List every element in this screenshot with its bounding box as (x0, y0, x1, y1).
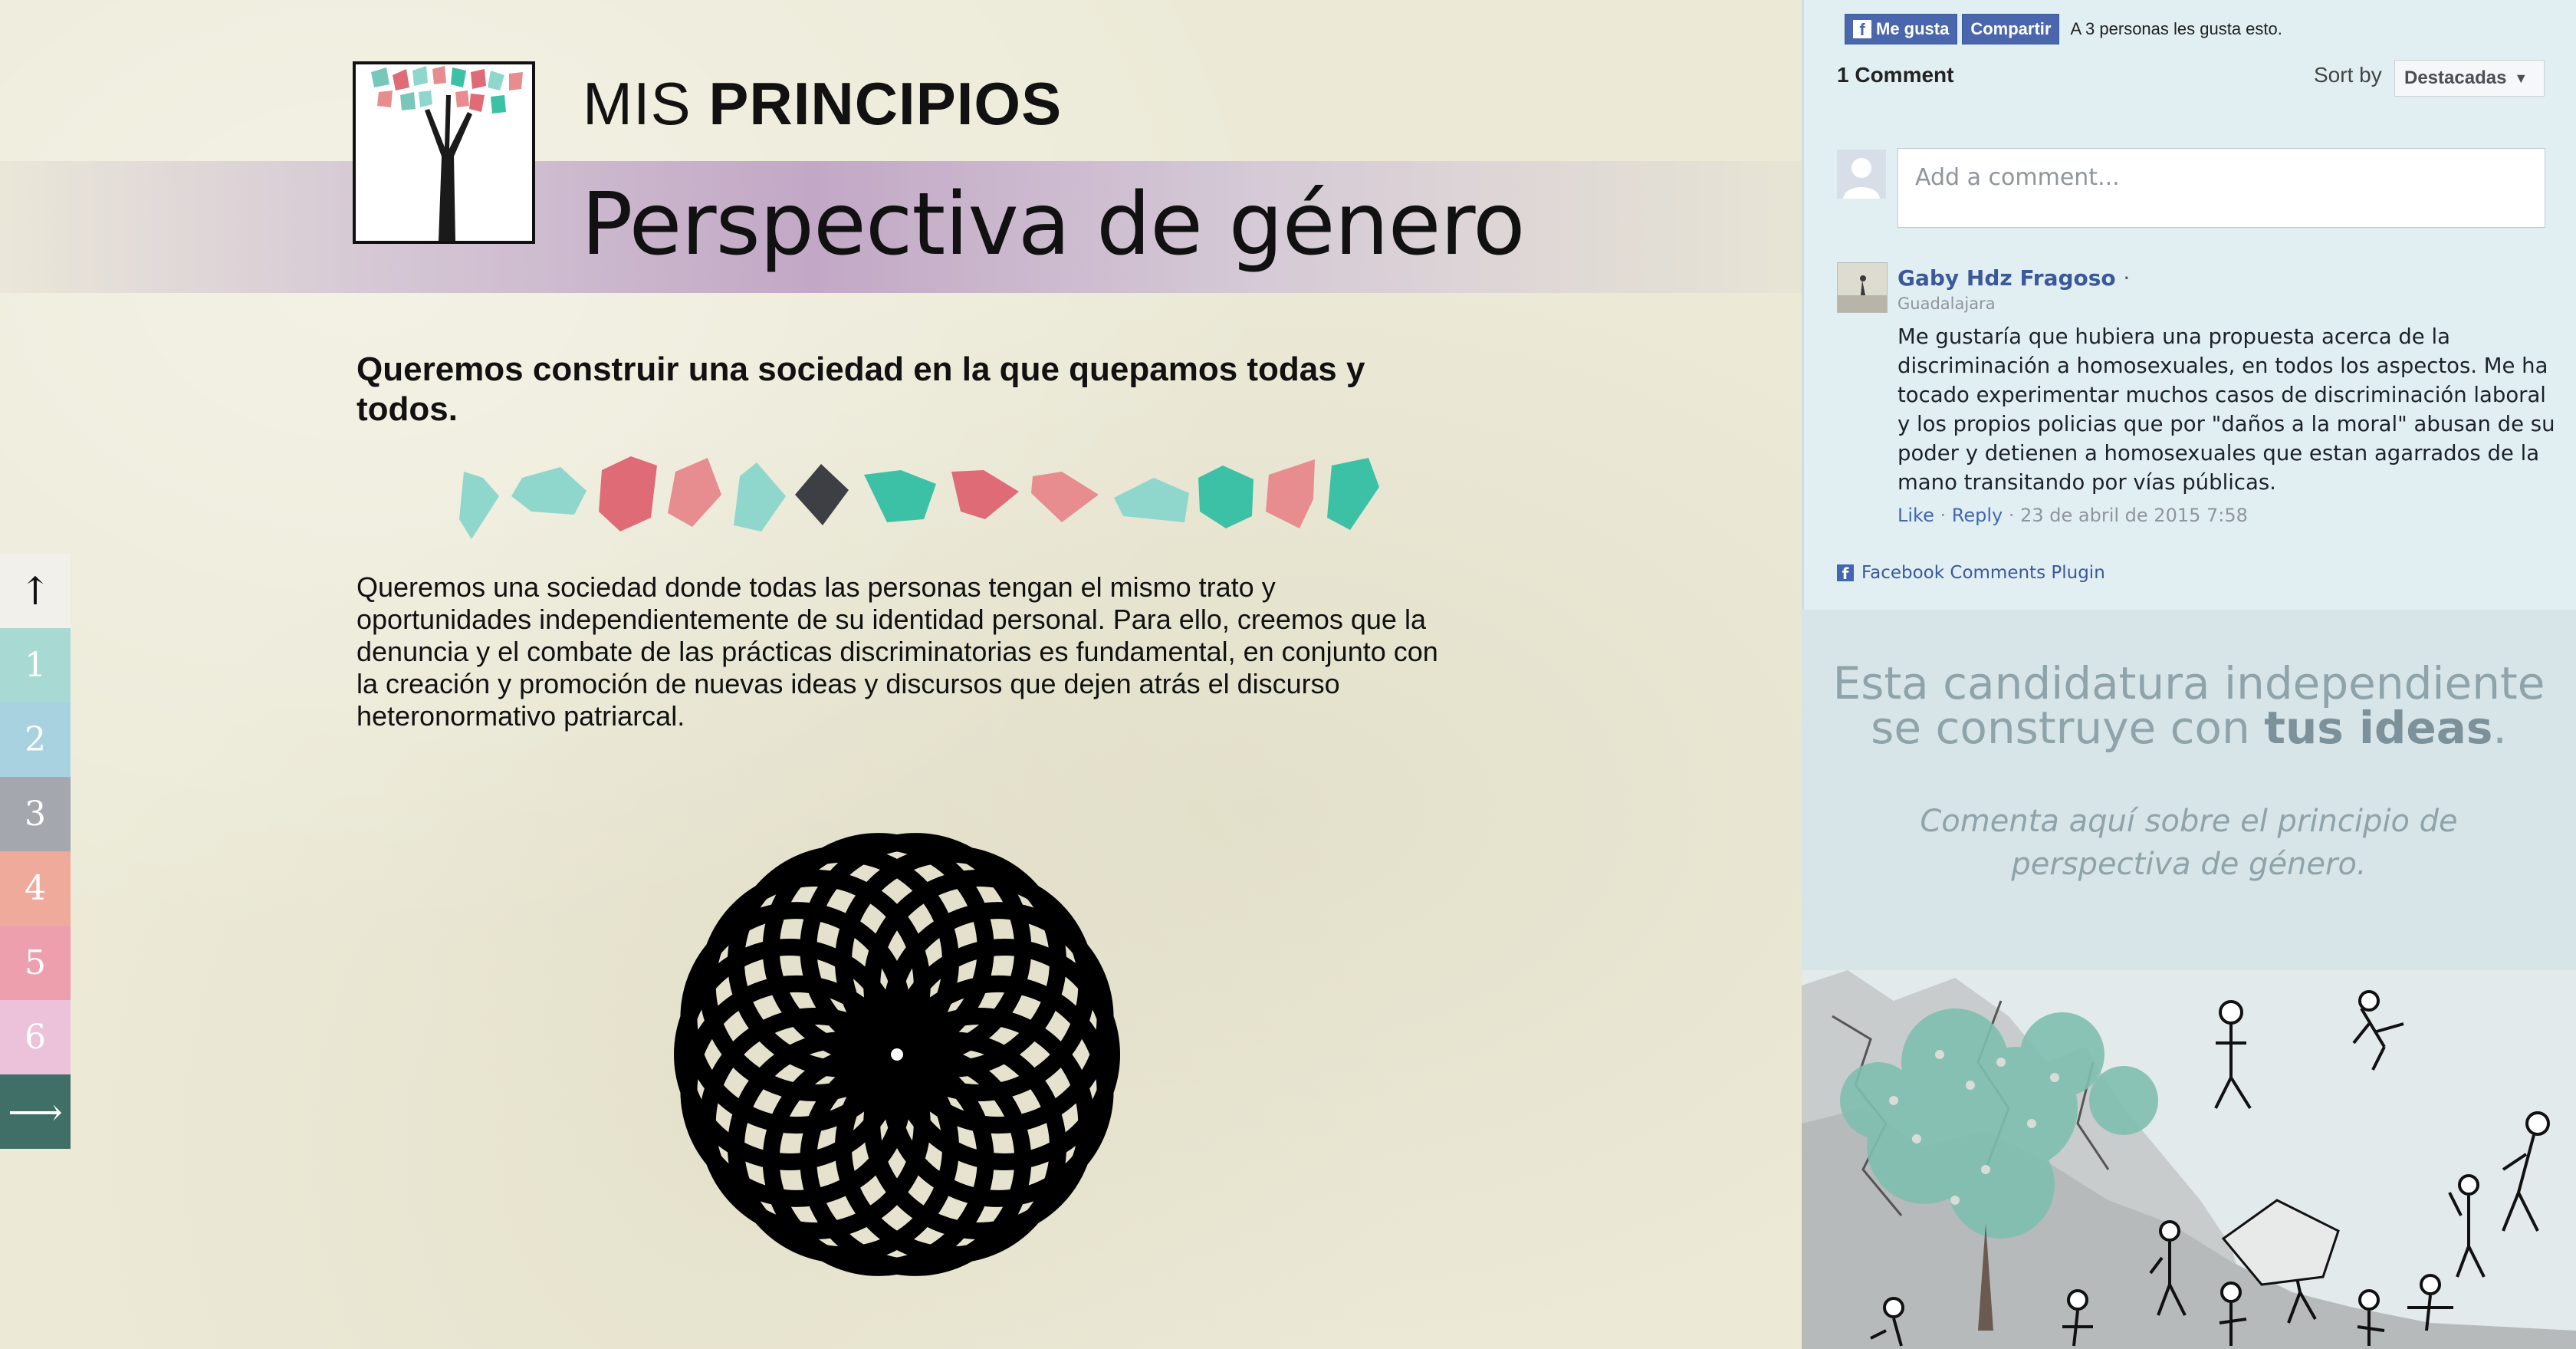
facebook-icon: f (1853, 20, 1871, 38)
commenter-avatar[interactable] (1837, 262, 1888, 313)
gem-shape (668, 458, 721, 527)
default-avatar-icon (1837, 150, 1886, 199)
comment-actions: Like · Reply · 23 de abril de 2015 7:58 (1898, 505, 2248, 526)
call-to-action-panel: Esta candidatura independiente se constr… (1802, 610, 2576, 970)
user-avatar (1837, 150, 1886, 199)
cta-line-2-end: . (2492, 702, 2507, 754)
comments-column: f Me gusta Compartir A 3 personas les gu… (1802, 0, 2576, 1349)
principle-body: Queremos una sociedad donde todas las pe… (356, 571, 1438, 732)
comment-input[interactable]: Add a comment... (1898, 148, 2545, 228)
comment-count: 1 Comment (1837, 63, 1954, 87)
nav-item-4[interactable]: 4 (0, 851, 71, 926)
tree-logo[interactable] (353, 61, 535, 244)
gem-shape (1198, 466, 1254, 528)
caret-down-icon: ▼ (2514, 70, 2528, 86)
sort-value: Destacadas (2404, 67, 2507, 88)
plugin-label: Facebook Comments Plugin (1861, 563, 2105, 583)
nav-item-5[interactable]: 5 (0, 926, 71, 1000)
sort-label: Sort by (2314, 63, 2382, 87)
nav-item-2[interactable]: 2 (0, 702, 71, 777)
facebook-comments-panel: f Me gusta Compartir A 3 personas les gu… (1802, 0, 2576, 610)
commenter-name[interactable]: Gaby Hdz Fragoso · (1898, 265, 2130, 291)
cta-line-2-start: se construye con (1871, 702, 2265, 754)
action-separator: · (2003, 505, 2021, 526)
cta-subtext: Comenta aquí sobre el principio de persp… (1802, 800, 2576, 886)
commenter-location: Guadalajara (1898, 294, 1996, 313)
cta-line-2: se construye con tus ideas. (1802, 702, 2576, 754)
rosette-graphic (674, 833, 1120, 1276)
facebook-square-icon: f (1837, 564, 1854, 581)
share-button-label: Compartir (1970, 19, 2052, 38)
gem-shape (599, 456, 657, 531)
community-illustration (1802, 970, 2576, 1349)
comment-text: Me gustaría que hubiera una propuesta ac… (1898, 324, 2555, 495)
principios-label: PRINCIPIOS (708, 70, 1063, 137)
gem-shape (951, 470, 1019, 519)
cta-line-2-bold: tus ideas (2264, 702, 2493, 754)
gem-shape (1327, 458, 1379, 530)
gem-shape (795, 464, 849, 525)
illustration-artwork (1802, 970, 2576, 1349)
like-button-label: Me gusta (1876, 19, 1950, 38)
rosette-center (891, 1048, 903, 1061)
like-count-text: A 3 personas les gusta esto. (2070, 19, 2282, 38)
facebook-like-bar: f Me gusta Compartir A 3 personas les gu… (1845, 14, 2282, 44)
sort-dropdown[interactable]: Destacadas ▼ (2394, 60, 2545, 97)
gem-shape (734, 462, 786, 531)
share-button[interactable]: Compartir (1962, 14, 2060, 44)
comment-like-link[interactable]: Like (1898, 505, 1934, 526)
principle-subtitle: Queremos construir una sociedad en la qu… (356, 350, 1365, 428)
like-button[interactable]: f Me gusta (1845, 14, 1958, 44)
gem-shape (1266, 459, 1315, 528)
commenter-name-text: Gaby Hdz Fragoso (1898, 265, 2116, 291)
nav-next-arrow[interactable]: ⟶ (0, 1074, 71, 1149)
comment-reply-link[interactable]: Reply (1952, 505, 2003, 526)
cta-sub-line-1: Comenta aquí sobre el principio de (1920, 804, 2458, 839)
comment-date[interactable]: 23 de abril de 2015 7:58 (2020, 505, 2248, 526)
mis-label: MIS (583, 70, 692, 137)
nav-up-arrow[interactable]: ↑ (0, 554, 71, 628)
decorative-gems (459, 456, 1379, 539)
commenter-photo-icon (1838, 263, 1887, 312)
action-separator: · (1934, 505, 1952, 526)
gem-shape (1114, 478, 1189, 522)
gem-shape (1031, 472, 1099, 522)
nav-item-6[interactable]: 6 (0, 1000, 71, 1074)
principles-nav: ↑ 1 2 3 4 5 6 ⟶ (0, 554, 71, 1149)
commenter-separator: · (2123, 265, 2131, 291)
tree-icon (371, 66, 523, 241)
facebook-comments-plugin-link[interactable]: f Facebook Comments Plugin (1837, 563, 2105, 583)
section-title: MIS PRINCIPIOS (583, 69, 1062, 139)
page-title: Perspectiva de género (581, 175, 1526, 275)
gem-shape (459, 472, 499, 539)
nav-item-3[interactable]: 3 (0, 777, 71, 851)
nav-item-1[interactable]: 1 (0, 628, 71, 702)
gem-shape (864, 470, 936, 522)
cta-sub-line-2: perspectiva de género. (2011, 847, 2367, 882)
gem-shape (511, 467, 586, 515)
